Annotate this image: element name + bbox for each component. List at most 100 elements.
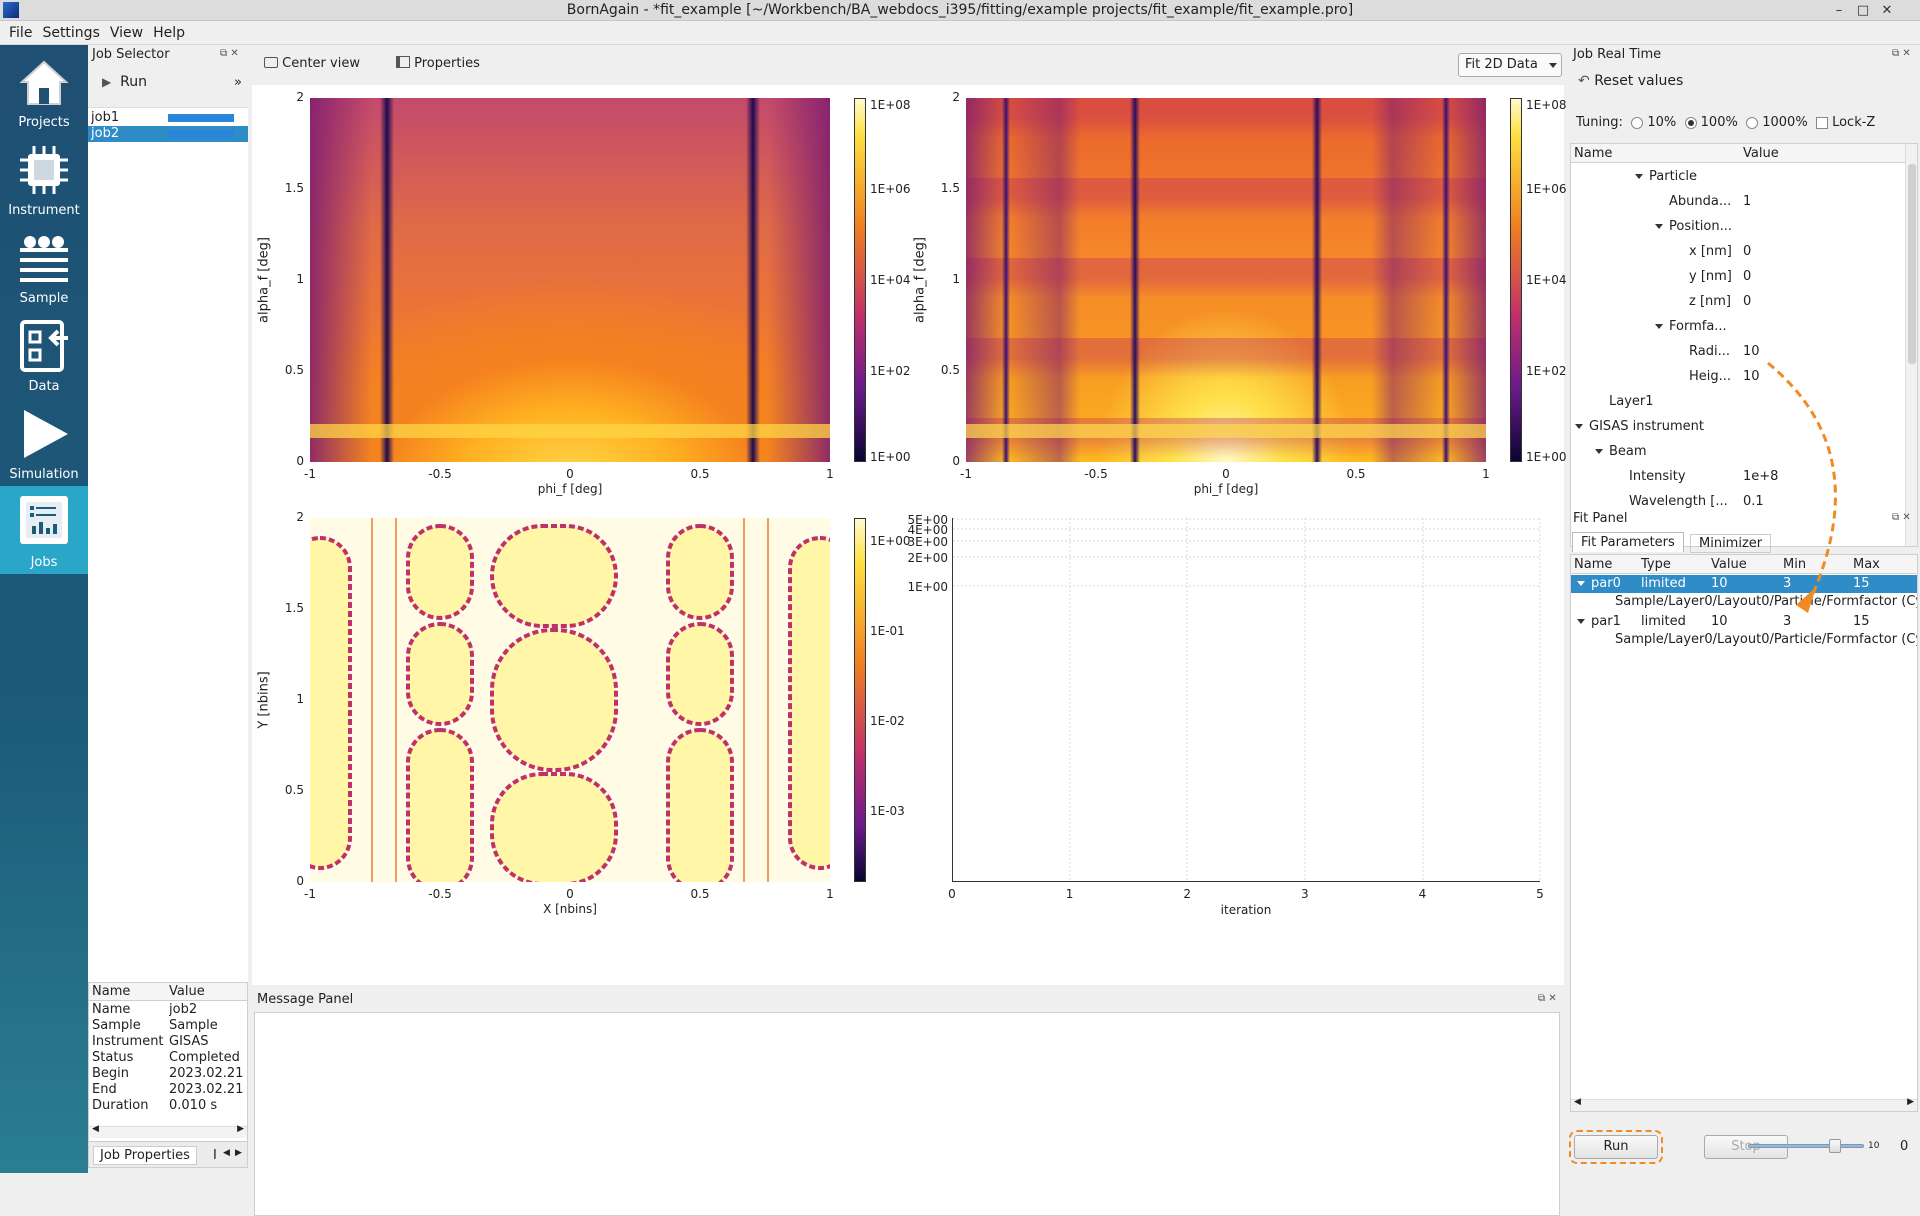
- dock-buttons[interactable]: ⧉ ✕: [1538, 993, 1557, 1004]
- property-value: 0.010 s: [169, 1098, 218, 1113]
- menu-view[interactable]: View: [105, 21, 148, 45]
- heatmap-overlay: [966, 98, 1486, 462]
- tab-scroll-left[interactable]: ◀: [223, 1148, 230, 1158]
- y-tick-label: 2E+00: [907, 551, 948, 565]
- play-icon: ▶: [102, 75, 112, 89]
- x-tick-label: 1: [1065, 887, 1074, 901]
- x-tick-label: -0.5: [428, 467, 452, 481]
- colorbar-tick-label: 1E+00: [870, 450, 911, 464]
- menu-help[interactable]: Help: [148, 21, 190, 45]
- job-selector-panel: Job Selector ⧉ ✕ ▶ Run » job1 job2 Name …: [88, 45, 248, 1173]
- tab-scroll-right[interactable]: ▶: [235, 1148, 242, 1158]
- dock-buttons[interactable]: ⧉ ✕: [220, 48, 239, 59]
- slider-handle[interactable]: [1829, 1139, 1841, 1153]
- x-tick-label: 1: [826, 467, 834, 481]
- heatmap-minimum-line: [1312, 98, 1322, 462]
- y-tick-label: 0: [296, 874, 304, 888]
- colorbar-tick-label: 1E+06: [870, 182, 911, 196]
- main-navigation: Projects Instrument Sample Data Simulati…: [0, 45, 88, 1173]
- header-value: Value: [169, 984, 205, 999]
- app-logo-icon: [3, 2, 19, 18]
- nav-simulation[interactable]: Simulation: [0, 400, 88, 486]
- mode-select-value: Fit 2D Data: [1465, 57, 1538, 72]
- table-header: Name Value: [89, 983, 247, 1001]
- x-tick-label: 0.5: [690, 887, 710, 901]
- run-job-button[interactable]: ▶ Run: [102, 74, 147, 90]
- horizontal-scrollbar[interactable]: ◀ ▶: [1571, 1097, 1917, 1111]
- tab-job-properties[interactable]: Job Properties: [93, 1146, 197, 1165]
- menu-settings[interactable]: Settings: [37, 21, 104, 45]
- heatmap-yoneda-band: [966, 424, 1486, 438]
- tab-second[interactable]: I: [213, 1148, 217, 1163]
- nav-jobs[interactable]: Jobs: [0, 486, 88, 574]
- minimize-button[interactable]: –: [1828, 0, 1850, 21]
- nav-label: Jobs: [30, 555, 58, 570]
- x-tick-label: -1: [304, 467, 316, 481]
- slider-track[interactable]: [1748, 1144, 1864, 1148]
- x-tick-label: 1: [1482, 467, 1490, 481]
- heatmap-minimum-line: [1002, 98, 1010, 462]
- properties-label: Properties: [414, 56, 480, 71]
- property-name: Status: [92, 1050, 134, 1065]
- fit-run-button[interactable]: Run: [1569, 1130, 1663, 1164]
- colorbar-tick-label: 1E+08: [870, 98, 911, 112]
- job-list-item[interactable]: job1: [88, 110, 248, 126]
- difference-heatmap[interactable]: [310, 518, 830, 882]
- center-view-label: Center view: [282, 56, 360, 71]
- colorbar-tick-label: 1E+06: [1526, 182, 1567, 196]
- x-tick-label: 0: [1222, 467, 1230, 481]
- fit-progress-graph[interactable]: [952, 518, 1541, 882]
- job-list-item-selected[interactable]: job2: [88, 126, 248, 142]
- annotation-arrow: [1767, 361, 1837, 613]
- message-panel-log[interactable]: [254, 1012, 1560, 1216]
- real-data-heatmap[interactable]: [310, 98, 830, 462]
- colorbar-tick-label: 1E+02: [870, 364, 911, 378]
- simulated-data-heatmap[interactable]: [966, 98, 1486, 462]
- nav-label: Projects: [18, 115, 70, 130]
- x-tick-label: 0.5: [1346, 467, 1366, 481]
- center-view-button[interactable]: Center view: [264, 53, 360, 75]
- window-titlebar: BornAgain - *fit_example [~/Workbench/BA…: [0, 0, 1920, 21]
- properties-button[interactable]: Properties: [396, 53, 480, 75]
- house-icon: [19, 60, 69, 105]
- y-axis-label: Y [nbins]: [256, 671, 272, 729]
- message-panel-header: Message Panel ⧉ ✕: [252, 990, 1564, 1010]
- y-axis-label: alpha_f [deg]: [256, 237, 272, 323]
- heatmap-minimum-line: [746, 98, 760, 462]
- nav-projects[interactable]: Projects: [0, 48, 88, 134]
- horizontal-scrollbar[interactable]: ◀ ▶: [89, 1124, 247, 1138]
- chip-icon: [20, 146, 68, 194]
- nav-instrument[interactable]: Instrument: [0, 136, 88, 222]
- x-axis-label: X [nbins]: [543, 902, 597, 916]
- job-progress-bar: [168, 114, 234, 122]
- nav-sample[interactable]: Sample: [0, 224, 88, 310]
- close-button[interactable]: ✕: [1876, 0, 1898, 21]
- job-properties-table: Name Value ◀ ▶ Job Properties I ◀ ▶ Name j…: [88, 982, 248, 1168]
- job-name: job2: [91, 126, 120, 141]
- y-tick-label: 0.5: [284, 783, 304, 797]
- center-view-area: Center view Properties Fit 2D Data Messa…: [252, 45, 1567, 1216]
- heatmap-minimum-line: [1130, 98, 1140, 462]
- x-tick-label: -1: [304, 887, 316, 901]
- heatmap-yoneda-band: [310, 424, 830, 438]
- layers-icon: [20, 236, 68, 282]
- colorbar-tick-label: 1E+08: [1526, 98, 1567, 112]
- property-name: Instrument: [92, 1034, 164, 1049]
- nav-label: Instrument: [8, 203, 80, 218]
- y-tick-label: 2: [296, 90, 304, 104]
- nav-data[interactable]: Data: [0, 312, 88, 398]
- mode-select[interactable]: Fit 2D Data: [1458, 53, 1562, 77]
- job-name: job1: [91, 110, 120, 125]
- menu-file[interactable]: File: [4, 21, 37, 45]
- window-title: BornAgain - *fit_example [~/Workbench/BA…: [566, 2, 1354, 18]
- maximize-button[interactable]: □: [1852, 0, 1874, 21]
- properties-icon: [396, 56, 410, 68]
- property-value: Sample: [169, 1018, 218, 1033]
- y-tick-label: 0.5: [940, 363, 960, 377]
- x-tick-label: -0.5: [428, 887, 452, 901]
- x-tick-label: 0.5: [690, 467, 710, 481]
- y-tick-label: 1.5: [940, 181, 960, 195]
- y-tick-label: 1: [296, 692, 304, 706]
- x-tick-label: -0.5: [1084, 467, 1108, 481]
- more-actions-button[interactable]: »: [234, 75, 242, 90]
